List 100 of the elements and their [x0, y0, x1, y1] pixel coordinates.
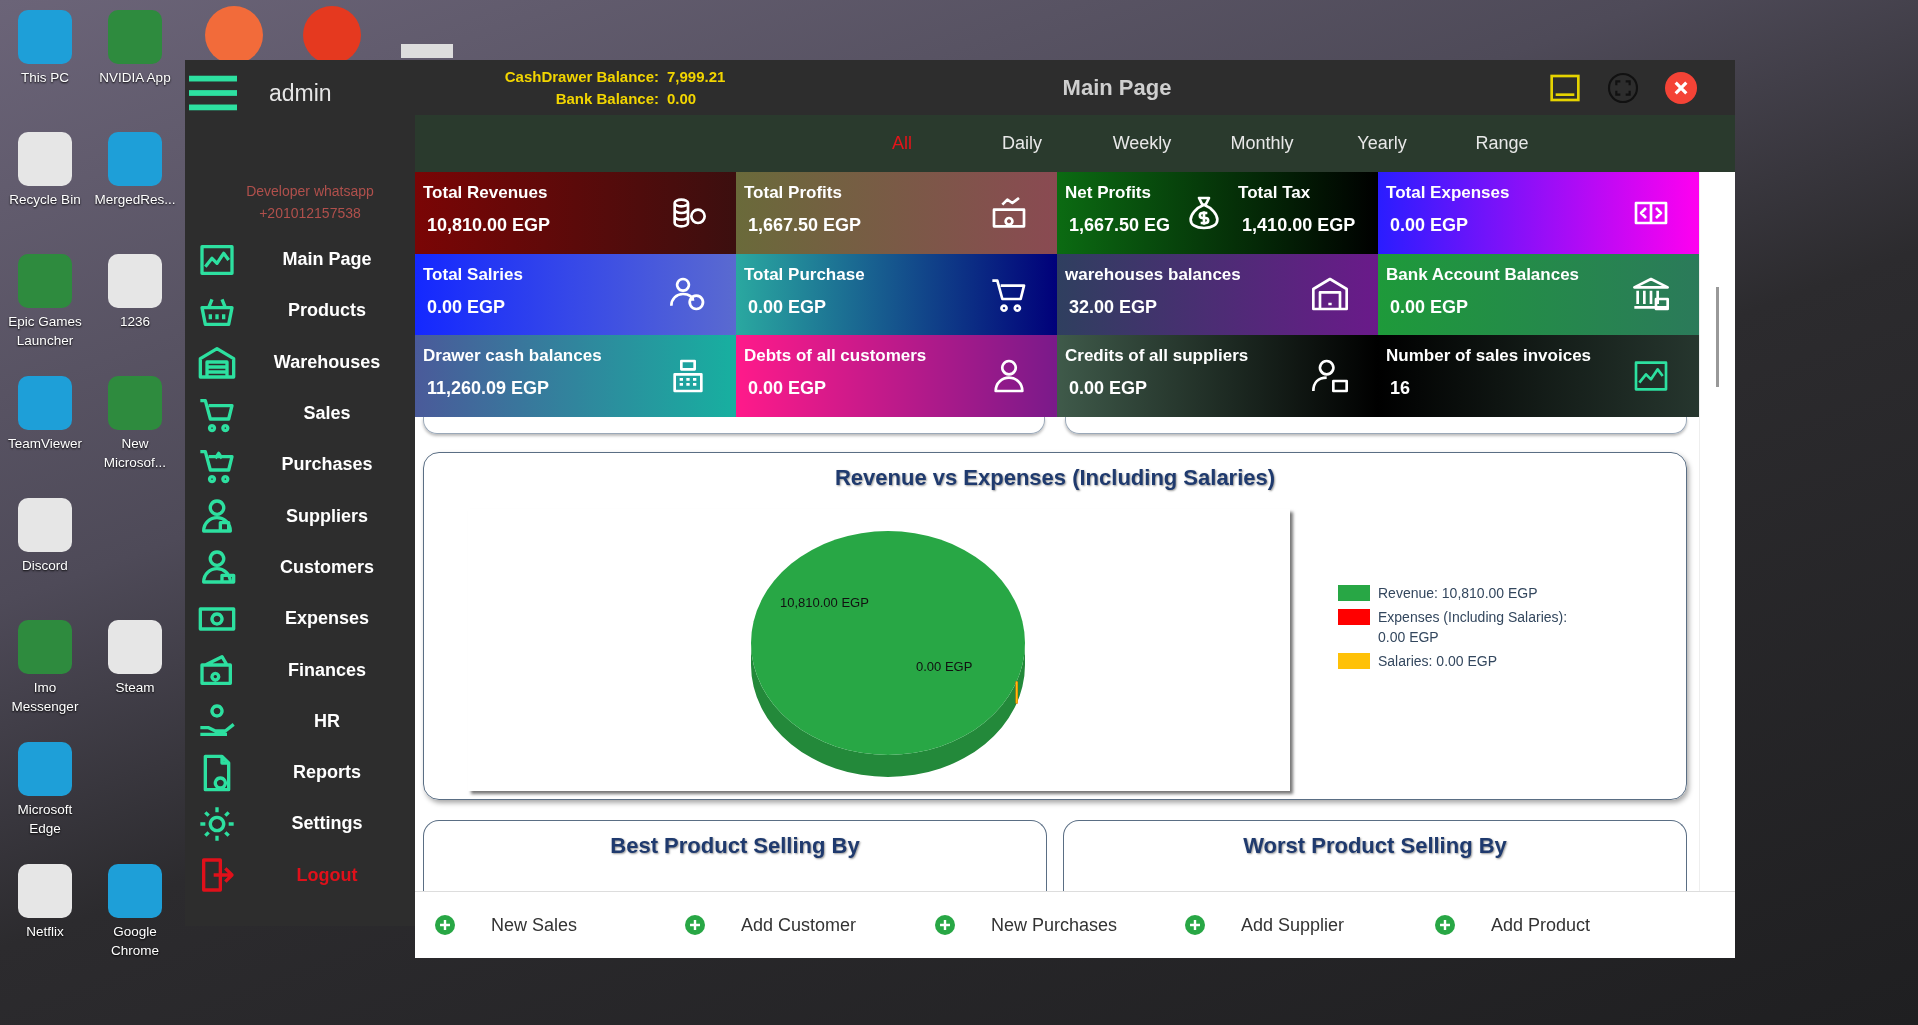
action-button[interactable]: Add Supplier	[1185, 914, 1435, 936]
desktop-shortcut[interactable]: Google Chrome	[90, 854, 180, 976]
add-icon	[435, 915, 455, 935]
nav-label: Finances	[287, 659, 367, 681]
stat-title: Bank Account Balances	[1386, 264, 1581, 285]
period-tab[interactable]: Yearly	[1322, 127, 1442, 160]
desktop-shortcut[interactable]: Discord	[0, 488, 90, 610]
nav-item[interactable]: Reports	[185, 746, 415, 799]
nav-label: Main Page	[281, 249, 373, 271]
nav-item[interactable]: Warehouses	[185, 336, 415, 388]
action-button[interactable]: Add Product	[1435, 914, 1685, 936]
slice-label: 0.00 EGP	[916, 659, 973, 674]
balance-value: 0.00	[667, 90, 698, 107]
app-icon	[18, 254, 72, 308]
menu-icon[interactable]	[189, 73, 237, 113]
stat-value: 0.00 EGP	[426, 296, 507, 318]
nav-label: Customers	[279, 556, 375, 578]
period-tab[interactable]: Weekly	[1082, 127, 1202, 160]
panel-title: Worst Product Selling By	[1242, 832, 1508, 859]
legend-label: Expenses (Including Salaries): 0.00 EGP	[1378, 608, 1569, 647]
stat-title: Total Expenses	[1386, 183, 1511, 204]
desktop-shortcut[interactable]: New Microsof...	[90, 366, 180, 488]
stat-value: 16	[1389, 378, 1412, 400]
app-icon	[18, 742, 72, 796]
add-icon	[1185, 915, 1205, 935]
nav-item[interactable]: Suppliers	[185, 490, 415, 542]
close-icon[interactable]	[1665, 71, 1697, 104]
stat-value: 1,667.50 EG	[1068, 215, 1171, 237]
desktop-shortcut[interactable]: Recycle Bin	[0, 122, 90, 244]
desktop-shortcut[interactable]: TeamViewer	[0, 366, 90, 488]
desktop-shortcut[interactable]: 1236	[90, 244, 180, 366]
nav-label: Warehouses	[272, 351, 382, 373]
stat-title: Credits of all suppliers	[1065, 346, 1250, 367]
app-icon	[18, 864, 72, 918]
developer-contact: +201012157538	[259, 204, 361, 223]
add-icon	[935, 915, 955, 935]
panel-title: Best Product Selling By	[609, 832, 861, 859]
stat-value: 0.00 EGP	[1389, 215, 1470, 237]
app-icon	[18, 620, 72, 674]
add-icon	[685, 915, 705, 935]
stat-title: warehouses balances	[1065, 264, 1242, 285]
app-icon	[108, 10, 162, 64]
app-icon	[108, 376, 162, 430]
nav-label: Purchases	[280, 454, 374, 476]
nav-label: Suppliers	[285, 505, 369, 527]
desktop-shortcut[interactable]: MergedRes...	[90, 122, 180, 244]
stat-title: Total Tax	[1238, 183, 1312, 204]
nav-label: Sales	[302, 403, 352, 425]
window-title: Main Page	[1061, 74, 1173, 101]
desktop-shortcut[interactable]: Steam	[90, 610, 180, 732]
app-icon	[108, 864, 162, 918]
stat-value: 0.00 EGP	[1068, 378, 1149, 400]
nav-item[interactable]: HR	[185, 695, 415, 747]
nav-item[interactable]: Customers	[185, 541, 415, 594]
nav-item[interactable]: Settings	[185, 798, 415, 850]
desktop-shortcut[interactable]: Microsoft Edge	[0, 732, 90, 854]
desktop-shortcut[interactable]: NVIDIA App	[90, 0, 180, 122]
nav-label: Products	[287, 300, 367, 322]
developer-contact: Developer whatsapp	[246, 182, 374, 201]
nav-item[interactable]: Expenses	[185, 593, 415, 645]
stat-title: Debts of all customers	[744, 346, 928, 367]
balance-value: 7,999.21	[667, 68, 727, 85]
balance-label: CashDrawer Balance:	[504, 68, 659, 85]
nav-label: Expenses	[283, 608, 371, 630]
action-button[interactable]: Add Customer	[685, 914, 935, 936]
desktop-shortcut[interactable]: Imo Messenger	[0, 610, 90, 732]
stat-title: Drawer cash balances	[423, 346, 603, 367]
nav-item[interactable]: Purchases	[185, 439, 415, 491]
user-name: admin	[269, 79, 332, 107]
period-tab[interactable]: Range	[1442, 127, 1562, 160]
stat-value: 0.00 EGP	[747, 378, 828, 400]
nav-item[interactable]: Main Page	[185, 234, 415, 286]
stat-value: 32.00 EGP	[1068, 296, 1159, 318]
stat-title: Total Purchase	[744, 264, 866, 285]
period-tab[interactable]: Monthly	[1202, 127, 1322, 160]
app-icon	[18, 10, 72, 64]
nav-label: Settings	[290, 813, 364, 835]
period-tab[interactable]: Daily	[962, 127, 1082, 160]
app-icon	[18, 132, 72, 186]
legend-label: Revenue: 10,810.00 EGP	[1378, 584, 1538, 603]
app-icon	[18, 376, 72, 430]
app-icon	[108, 254, 162, 308]
app-icon	[108, 132, 162, 186]
nav-item[interactable]: Finances	[185, 644, 415, 696]
add-icon	[1435, 915, 1455, 935]
action-button[interactable]: New Purchases	[935, 914, 1185, 936]
scroll-thumb[interactable]	[1716, 287, 1720, 387]
action-button[interactable]: New Sales	[435, 914, 685, 936]
stat-title: Total Salries	[423, 264, 524, 285]
desktop-shortcut[interactable]: This PC	[0, 0, 90, 122]
stat-value: 1,410.00 EGP	[1241, 215, 1356, 237]
nav-item[interactable]: Sales	[185, 387, 415, 440]
balance-label: Bank Balance:	[555, 90, 659, 107]
stat-value: 1,667.50 EGP	[747, 215, 863, 237]
nav-item[interactable]: Products	[185, 285, 415, 337]
stat-value: 10,810.00 EGP	[426, 215, 552, 237]
stat-value: 11,260.09 EGP	[426, 378, 551, 400]
desktop-shortcut[interactable]: Epic Games Launcher	[0, 244, 90, 366]
stat-title: Net Profits	[1065, 183, 1152, 204]
desktop-shortcut[interactable]: Netflix	[0, 854, 90, 976]
